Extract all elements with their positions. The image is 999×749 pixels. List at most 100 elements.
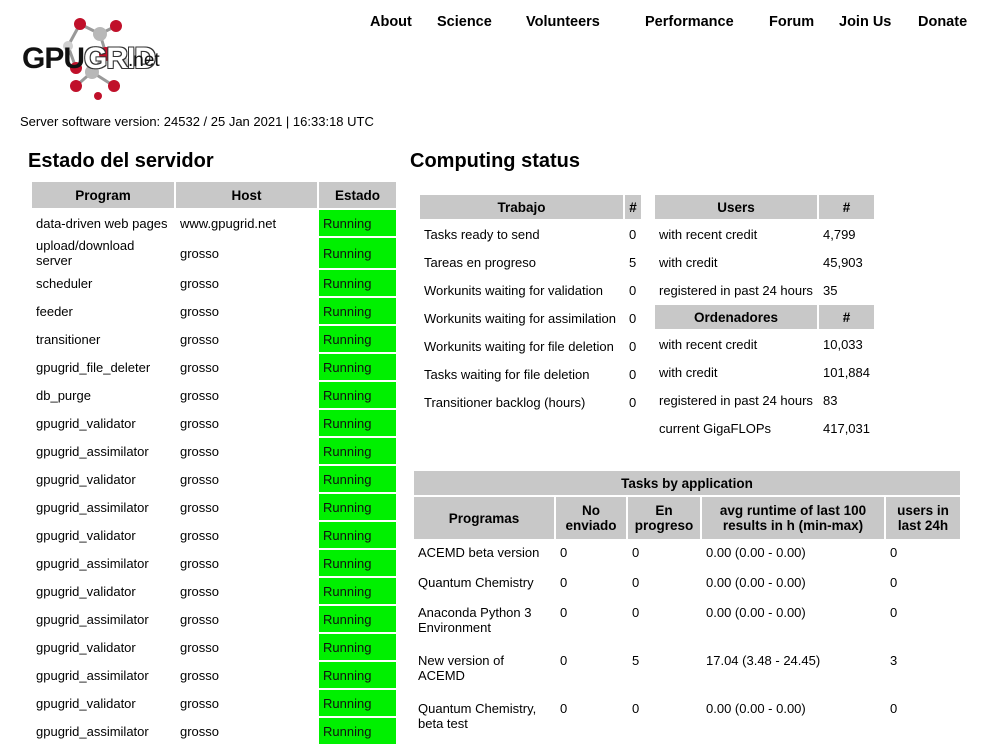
status-badge: Running [319,270,396,296]
app-runtime: 0.00 (0.00 - 0.00) [706,545,806,560]
app-unsent: 0 [560,545,568,560]
app-name: Quantum Chemistry, beta test [418,701,537,731]
table-row: gpugrid_assimilator grosso Running [32,606,396,632]
nav-performance[interactable]: Performance [645,14,734,30]
column-header-no-enviado: No enviado [556,497,626,539]
app-runtime: 0.00 (0.00 - 0.00) [706,605,806,620]
table-row: gpugrid_assimilator grosso Running [32,718,396,744]
host-name: grosso [180,245,220,261]
stat-label: with recent credit [659,336,758,352]
users-table: Users # with recent credit 4,799 with cred… [653,193,876,443]
program-name: transitioner [36,331,101,347]
host-name: www.gpugrid.net [180,215,277,231]
table-row: gpugrid_validator grosso Running [32,578,396,604]
column-header-programas: Programas [414,497,554,539]
status-badge: Running [319,522,396,548]
program-name: upload/download server [36,238,135,268]
status-badge: Running [319,326,396,352]
server-version: Server software version: 24532 / 25 Jan … [20,114,374,129]
stat-value: 35 [823,282,838,298]
program-name: gpugrid_file_deleter [36,359,151,375]
app-name: ACEMD beta version [418,545,540,560]
table-row: gpugrid_file_deleter grosso Running [32,354,396,380]
table-row: New version of ACEMD 0 5 17.04 (3.48 - 24.4… [414,649,960,695]
table-row: Transitioner backlog (hours) 0 [420,389,641,415]
table-row: gpugrid_validator grosso Running [32,522,396,548]
app-unsent: 0 [560,701,568,716]
host-name: grosso [180,471,220,487]
column-header-program: Program [32,182,174,208]
program-name: gpugrid_assimilator [36,499,149,515]
app-runtime: 0.00 (0.00 - 0.00) [706,575,806,590]
program-name: data-driven web pages [36,215,168,231]
column-header-computers-count: # [819,305,874,329]
table-row: scheduler grosso Running [32,270,396,296]
column-header-users-24h: users in last 24h [886,497,960,539]
host-name: grosso [180,611,220,627]
computing-status-heading: Computing status [410,150,580,172]
nav-donate[interactable]: Donate [918,14,967,30]
app-unsent: 0 [560,575,568,590]
app-users-24h: 0 [890,575,898,590]
stat-value: 0 [629,366,637,382]
status-badge: Running [319,662,396,688]
app-in-progress: 0 [632,605,640,620]
nav-join-us[interactable]: Join Us [839,14,891,30]
stat-label: Workunits waiting for assimilation [424,310,616,326]
status-badge: Running [319,550,396,576]
status-badge: Running [319,298,396,324]
tasks-by-application-table: Tasks by application Programas No enviad… [412,469,962,745]
program-name: gpugrid_validator [36,639,136,655]
stat-value: 5 [629,254,637,270]
program-name: gpugrid_assimilator [36,555,149,571]
host-name: grosso [180,331,220,347]
status-badge: Running [319,238,396,268]
column-header-status: Estado [319,182,396,208]
table-row: Tasks ready to send 0 [420,221,641,247]
status-badge: Running [319,494,396,520]
table-row: Anaconda Python 3 Environment 0 0 0.00 (0.0… [414,601,960,647]
app-unsent: 0 [560,653,568,668]
stat-label: Tasks waiting for file deletion [424,366,590,382]
column-header-users: Users [655,195,817,219]
program-name: gpugrid_assimilator [36,443,149,459]
table-row: with credit 45,903 [655,249,874,275]
program-name: gpugrid_validator [36,415,136,431]
stat-value: 0 [629,226,637,242]
table-row: registered in past 24 hours 83 [655,387,874,413]
app-in-progress: 0 [632,701,640,716]
table-row: Quantum Chemistry, beta test 0 0 0.00 (0.00… [414,697,960,743]
table-row: feeder grosso Running [32,298,396,324]
host-name: grosso [180,303,220,319]
app-in-progress: 5 [632,653,640,668]
status-badge: Running [319,438,396,464]
stat-label: with credit [659,254,718,270]
program-name: feeder [36,303,73,319]
stat-label: registered in past 24 hours [659,392,813,408]
column-header-trabajo: Trabajo [420,195,623,219]
stat-value: 45,903 [823,254,863,270]
table-row: Tareas en progreso 5 [420,249,641,275]
nav-about[interactable]: About [370,14,412,30]
host-name: grosso [180,639,220,655]
server-status-heading: Estado del servidor [28,150,214,172]
app-runtime: 0.00 (0.00 - 0.00) [706,701,806,716]
stat-value: 10,033 [823,336,863,352]
nav-forum[interactable]: Forum [769,14,814,30]
nav-science[interactable]: Science [437,14,492,30]
app-name: Anaconda Python 3 Environment [418,605,532,635]
nav-volunteers[interactable]: Volunteers [526,14,600,30]
column-header-en-progreso: En progreso [628,497,700,539]
gpugrid-logo[interactable]: GPUGRID .net [20,16,170,102]
host-name: grosso [180,359,220,375]
stat-label: registered in past 24 hours [659,282,813,298]
host-name: grosso [180,723,220,739]
program-name: gpugrid_validator [36,471,136,487]
table-row: Workunits waiting for file deletion 0 [420,333,641,359]
status-badge: Running [319,210,396,236]
stat-value: 0 [629,394,637,410]
status-badge: Running [319,354,396,380]
program-name: db_purge [36,387,91,403]
host-name: grosso [180,275,220,291]
column-header-count: # [625,195,641,219]
